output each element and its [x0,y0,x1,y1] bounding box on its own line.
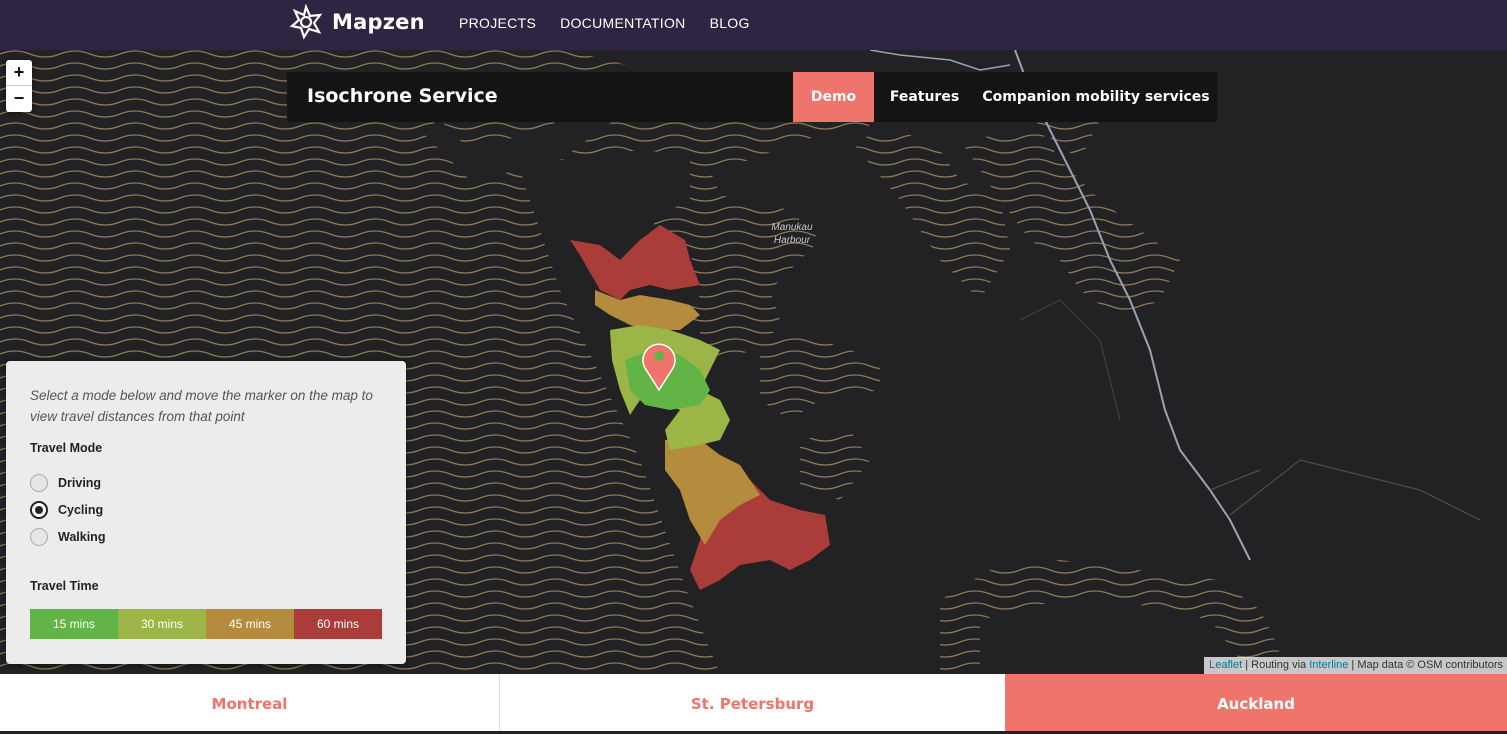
map-data-credit: | Map data © OSM contributors [1348,659,1503,671]
walking-label: Walking [58,530,106,544]
mode-option-walking[interactable]: Walking [30,528,105,546]
nav-blog-link[interactable]: BLOG [710,15,750,31]
brand-name: Mapzen [332,10,425,34]
time-60-mins: 60 mins [294,609,382,639]
mode-option-driving[interactable]: Driving [30,474,101,492]
nav-projects-link[interactable]: PROJECTS [459,15,536,31]
roads [869,50,1481,561]
mapzen-logo-icon [289,4,323,40]
zoom-in-button[interactable]: + [6,60,32,86]
service-header: Isochrone Service Demo Features Companio… [287,72,1217,122]
travel-time-legend: 15 mins 30 mins 45 mins 60 mins [30,609,382,639]
travel-mode-label: Travel Mode [30,441,103,455]
time-15-mins: 15 mins [30,609,118,639]
isochrone-control-panel: Select a mode below and move the marker … [6,361,406,664]
driving-radio[interactable] [30,474,48,492]
tab-companion-mobility-services[interactable]: Companion mobility services [975,72,1217,122]
zoom-out-button[interactable]: − [6,86,32,112]
time-45-mins: 45 mins [206,609,294,639]
tab-features[interactable]: Features [874,72,975,122]
zoom-control: + − [6,60,32,112]
tab-demo[interactable]: Demo [793,72,874,122]
city-tab-montreal[interactable]: Montreal [0,674,500,731]
map-label-line2: Harbour [774,235,811,246]
walking-radio[interactable] [30,528,48,546]
page-title: Isochrone Service [307,85,498,107]
instructions-text: Select a mode below and move the marker … [30,388,373,424]
mode-option-cycling[interactable]: Cycling [30,501,103,519]
nav-documentation-link[interactable]: DOCUMENTATION [560,15,685,31]
travel-time-label: Travel Time [30,579,99,593]
brand-logo[interactable]: Mapzen [288,4,425,40]
top-nav: Mapzen PROJECTS DOCUMENTATION BLOG [0,0,1507,50]
city-tab-auckland[interactable]: Auckland [1005,674,1507,731]
map-attribution: Leaflet | Routing via Interline | Map da… [1204,657,1507,674]
map-label-line1: Manukau [771,222,813,233]
routing-prefix: | Routing via [1242,659,1310,671]
driving-label: Driving [58,476,102,490]
time-30-mins: 30 mins [118,609,206,639]
city-tabs: Montreal St. Petersburg Auckland [0,674,1507,731]
cycling-label: Cycling [58,503,104,517]
city-tab-st-petersburg[interactable]: St. Petersburg [500,674,1005,731]
leaflet-link[interactable]: Leaflet [1209,659,1242,671]
interline-link[interactable]: Interline [1309,659,1348,671]
cycling-radio[interactable] [30,501,48,519]
